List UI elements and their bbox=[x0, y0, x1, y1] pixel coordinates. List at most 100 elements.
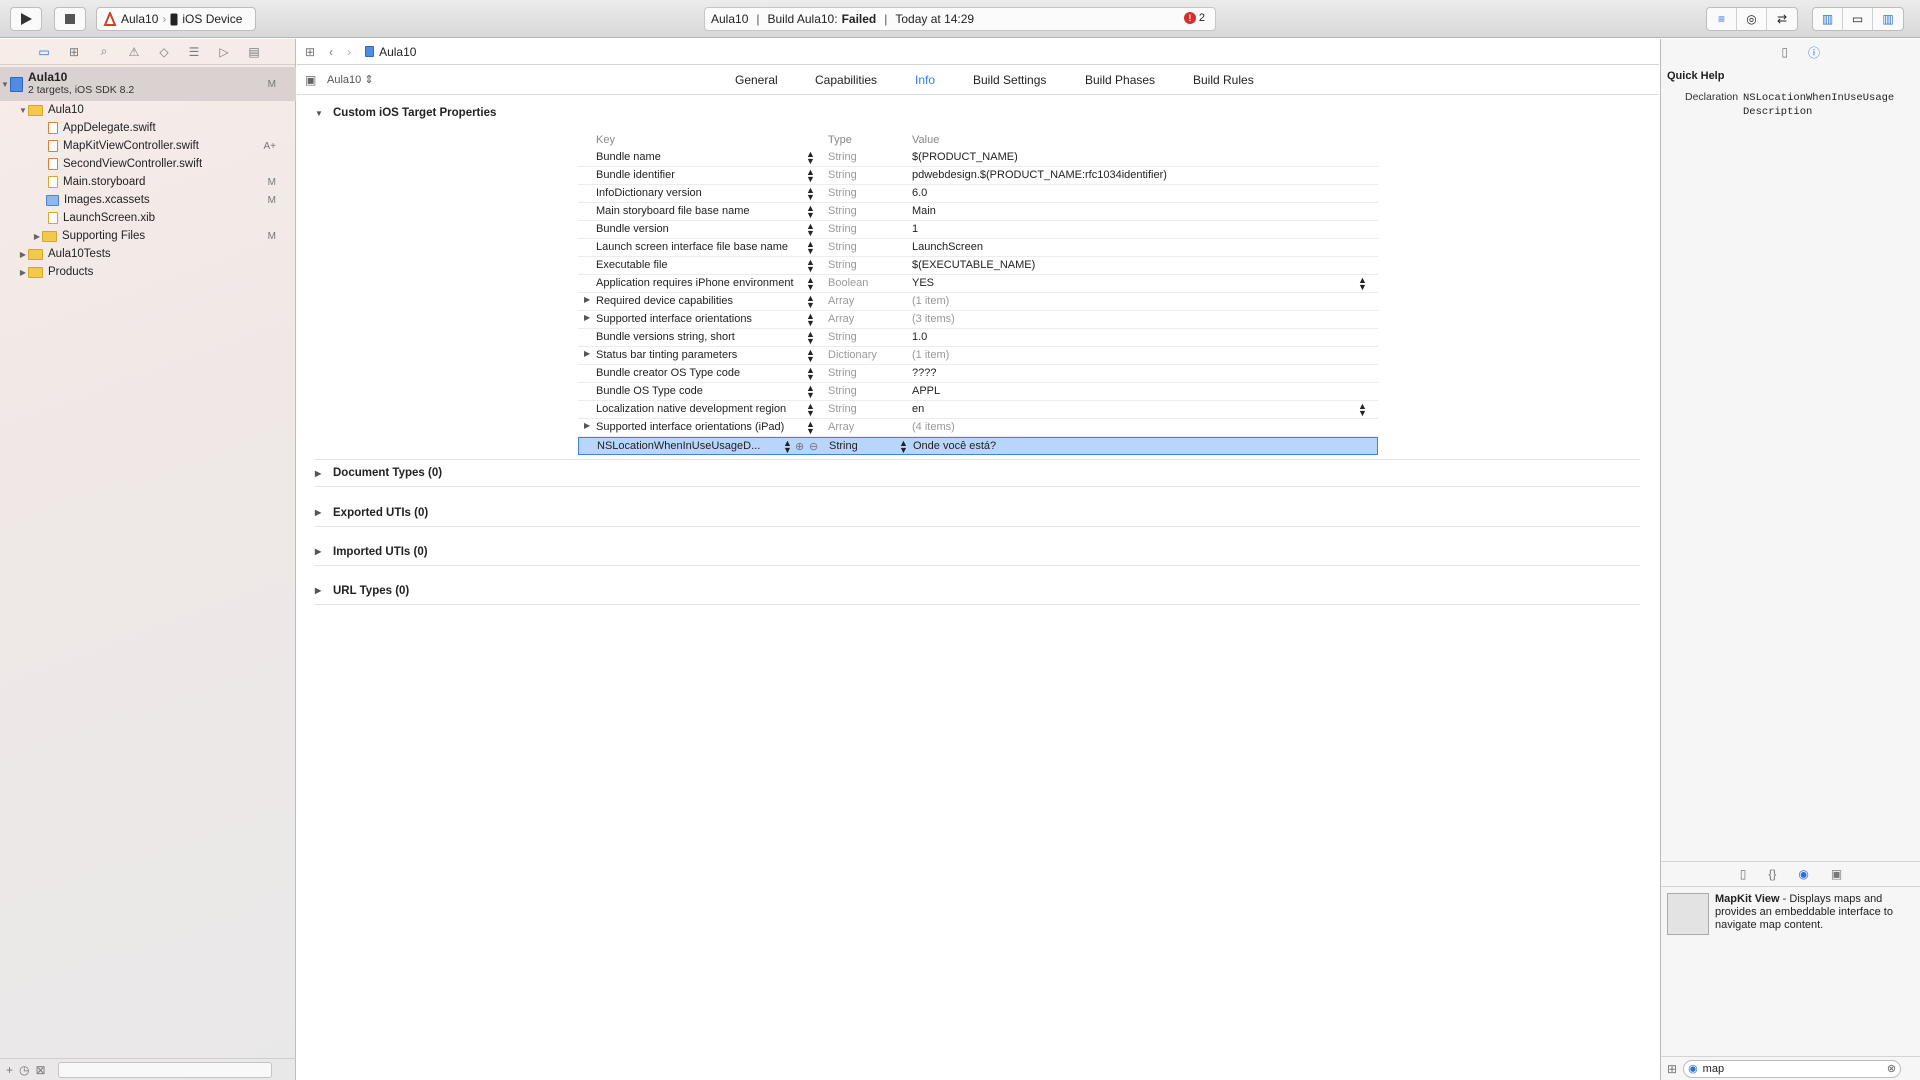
standard-editor-icon[interactable]: ≡ bbox=[1707, 8, 1737, 30]
row-type[interactable]: Dictionary bbox=[828, 349, 877, 361]
recent-files-icon[interactable]: ◷ bbox=[19, 1063, 29, 1077]
library-item-mapkit-view[interactable]: MapKit View - Displays maps and provides… bbox=[1667, 893, 1917, 935]
plist-row[interactable]: Application requires iPhone environment ▲… bbox=[578, 275, 1378, 293]
file-template-icon[interactable]: ▯ bbox=[1740, 867, 1747, 881]
disclosure-triangle-icon[interactable]: ▶ bbox=[315, 547, 333, 556]
updown-arrows-icon[interactable]: ▲ ▼ bbox=[783, 439, 792, 455]
disclosure-triangle-icon[interactable]: ▼ bbox=[315, 109, 333, 118]
show-targets-icon[interactable]: ▣ bbox=[305, 73, 316, 87]
target-selector[interactable]: Aula10 ⇕ bbox=[327, 73, 374, 86]
row-value[interactable]: (3 items) bbox=[912, 313, 955, 325]
navigator-toggle-icon[interactable]: ▥ bbox=[1813, 8, 1843, 30]
tree-item[interactable]: MapKitViewController.swift A+ bbox=[0, 137, 296, 155]
row-key[interactable]: Required device capabilities bbox=[596, 295, 806, 307]
plist-row[interactable]: Bundle versions string, short ▲ ▼ String 1.0 bbox=[578, 329, 1378, 347]
disclosure-triangle-icon[interactable]: ▶ bbox=[315, 508, 333, 517]
debug-list-icon[interactable]: ☰ bbox=[186, 45, 202, 59]
search-icon[interactable]: ⌕ bbox=[96, 44, 112, 59]
add-row-icon[interactable]: ⊕ bbox=[795, 440, 804, 453]
quick-help-icon[interactable]: ⓘ bbox=[1808, 44, 1820, 61]
updown-arrows-icon[interactable]: ▲ ▼ bbox=[806, 294, 815, 310]
updown-arrows-icon[interactable]: ▲ ▼ bbox=[806, 204, 815, 220]
plist-row[interactable]: ▶ Status bar tinting parameters ▲ ▼ Dictiona… bbox=[578, 347, 1378, 365]
debug-area-toggle-icon[interactable]: ▭ bbox=[1843, 8, 1873, 30]
row-value[interactable]: YES bbox=[912, 277, 934, 289]
row-key[interactable]: Bundle version bbox=[596, 223, 806, 235]
disclosure-triangle-icon[interactable]: ▶ bbox=[32, 232, 42, 241]
tab-general[interactable]: General bbox=[735, 73, 778, 87]
plist-row[interactable]: Launch screen interface file base name ▲ ▼… bbox=[578, 239, 1378, 257]
remove-row-icon[interactable]: ⊖ bbox=[809, 440, 818, 453]
disclosure-triangle-icon[interactable]: ▶ bbox=[315, 469, 333, 478]
row-key[interactable]: Bundle OS Type code bbox=[596, 385, 806, 397]
row-value[interactable]: $(PRODUCT_NAME) bbox=[912, 151, 1018, 163]
section-imported-utis[interactable]: ▶ Imported UTIs (0) bbox=[315, 538, 1640, 566]
file-inspector-icon[interactable]: ▯ bbox=[1781, 45, 1788, 59]
navigator-filter-input[interactable] bbox=[57, 1061, 272, 1078]
media-library-icon[interactable]: ▣ bbox=[1831, 867, 1842, 881]
back-icon[interactable]: ‹ bbox=[329, 45, 333, 59]
object-library-icon[interactable]: ◉ bbox=[1798, 867, 1808, 881]
plist-row[interactable]: Bundle creator OS Type code ▲ ▼ String???? bbox=[578, 365, 1378, 383]
tree-item[interactable]: LaunchScreen.xib bbox=[0, 209, 296, 227]
add-icon[interactable]: + bbox=[6, 1063, 13, 1077]
row-type[interactable]: Array bbox=[828, 313, 854, 325]
utilities-toggle-icon[interactable]: ▥ bbox=[1873, 8, 1903, 30]
row-type[interactable]: String bbox=[828, 385, 857, 397]
disclosure-triangle-icon[interactable]: ▶ bbox=[18, 250, 28, 259]
row-value[interactable]: APPL bbox=[912, 385, 940, 397]
row-value[interactable]: en bbox=[912, 403, 924, 415]
row-key[interactable]: Supported interface orientations bbox=[596, 313, 806, 325]
plist-row[interactable]: ▶ Required device capabilities ▲ ▼ Array (1 i… bbox=[578, 293, 1378, 311]
symbol-navigator-icon[interactable]: ⊞ bbox=[66, 45, 82, 59]
disclosure-triangle-icon[interactable]: ▶ bbox=[18, 268, 28, 277]
disclosure-triangle-icon[interactable]: ▶ bbox=[584, 313, 590, 322]
section-url-types[interactable]: ▶ URL Types (0) bbox=[315, 577, 1640, 605]
row-type[interactable]: String bbox=[828, 241, 857, 253]
updown-arrows-icon[interactable]: ▲ ▼ bbox=[806, 366, 815, 382]
test-diamond-icon[interactable]: ◇ bbox=[156, 45, 172, 59]
updown-arrows-icon[interactable]: ▲ ▼ bbox=[806, 168, 815, 184]
row-value[interactable]: pdwebdesign.$(PRODUCT_NAME:rfc1034identi… bbox=[912, 169, 1167, 181]
section-exported-utis[interactable]: ▶ Exported UTIs (0) bbox=[315, 499, 1640, 527]
jump-bar-path[interactable]: Aula10 bbox=[365, 45, 416, 59]
plist-row[interactable]: Executable file ▲ ▼ String $(EXECUTABLE_NAME… bbox=[578, 257, 1378, 275]
assistant-editor-icon[interactable]: ◎ bbox=[1737, 8, 1767, 30]
section-custom-properties[interactable]: ▼ Custom iOS Target Properties bbox=[315, 99, 1640, 127]
updown-arrows-icon[interactable]: ▲ ▼ bbox=[806, 330, 815, 346]
row-value[interactable]: (1 item) bbox=[912, 349, 949, 361]
plist-row[interactable]: Bundle name ▲ ▼ String $(PRODUCT_NAME) bbox=[578, 149, 1378, 167]
tree-item[interactable]: AppDelegate.swift bbox=[0, 119, 296, 137]
plist-row[interactable]: Bundle identifier ▲ ▼ String pdwebdesign.$(P… bbox=[578, 167, 1378, 185]
disclosure-triangle-icon[interactable]: ▶ bbox=[584, 421, 590, 430]
updown-arrows-icon[interactable]: ▲ ▼ bbox=[806, 258, 815, 274]
folder-icon[interactable]: ▭ bbox=[36, 45, 52, 59]
row-key[interactable]: Supported interface orientations (iPad) bbox=[596, 421, 806, 433]
disclosure-triangle-icon[interactable]: ▼ bbox=[0, 80, 10, 89]
row-value[interactable]: $(EXECUTABLE_NAME) bbox=[912, 259, 1035, 271]
disclosure-triangle-icon[interactable]: ▼ bbox=[18, 106, 28, 115]
row-key[interactable]: Localization native development region bbox=[596, 403, 806, 415]
row-type[interactable]: String bbox=[829, 440, 858, 452]
plist-row-selected[interactable]: NSLocationWhenInUseUsageD... ▲ ▼ ⊕ ⊖ Stri… bbox=[578, 437, 1378, 455]
disclosure-triangle-icon[interactable]: ▶ bbox=[584, 295, 590, 304]
version-editor-icon[interactable]: ⇄ bbox=[1767, 8, 1797, 30]
row-key[interactable]: Bundle name bbox=[596, 151, 806, 163]
row-key[interactable]: Application requires iPhone environment bbox=[596, 277, 806, 289]
grid-view-icon[interactable]: ⊞ bbox=[1667, 1062, 1677, 1076]
row-type[interactable]: Array bbox=[828, 421, 854, 433]
row-key[interactable]: Bundle creator OS Type code bbox=[596, 367, 806, 379]
disclosure-triangle-icon[interactable]: ▶ bbox=[315, 586, 333, 595]
library-search-field[interactable]: ◉ map ⊗ bbox=[1683, 1059, 1902, 1078]
row-value[interactable]: 6.0 bbox=[912, 187, 927, 199]
plist-row[interactable]: Main storyboard file base name ▲ ▼ String Ma… bbox=[578, 203, 1378, 221]
row-value[interactable]: (1 item) bbox=[912, 295, 949, 307]
tree-item[interactable]: SecondViewController.swift bbox=[0, 155, 296, 173]
row-type[interactable]: Array bbox=[828, 295, 854, 307]
section-document-types[interactable]: ▶ Document Types (0) bbox=[315, 459, 1640, 487]
row-type[interactable]: String bbox=[828, 169, 857, 181]
row-type[interactable]: Boolean bbox=[828, 277, 868, 289]
tab-info[interactable]: Info bbox=[915, 73, 935, 87]
row-key[interactable]: Bundle versions string, short bbox=[596, 331, 806, 343]
updown-arrows-icon[interactable]: ▲ ▼ bbox=[806, 348, 815, 364]
